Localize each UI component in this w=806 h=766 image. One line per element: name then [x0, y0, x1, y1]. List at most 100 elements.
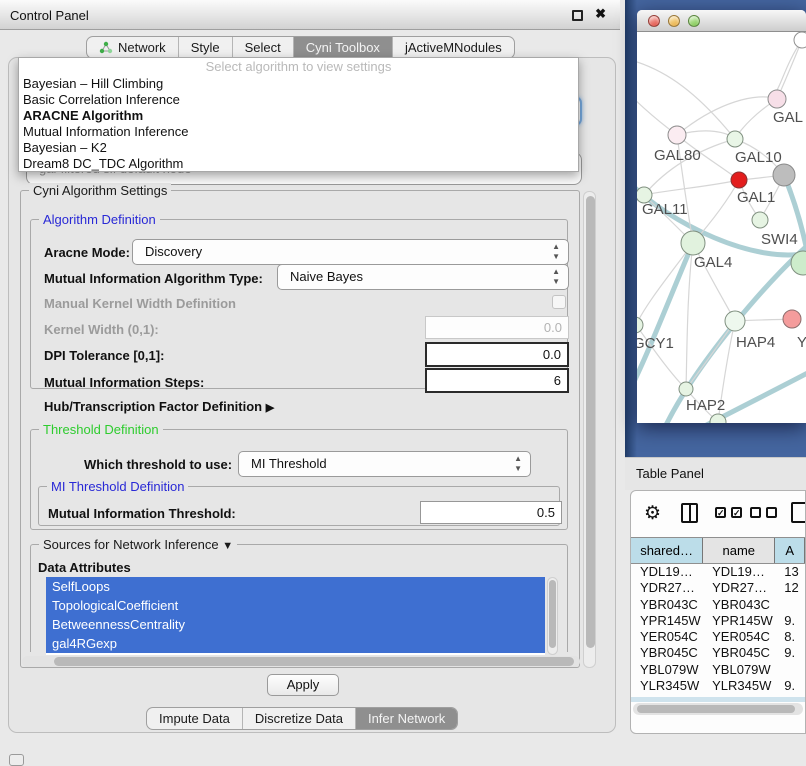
attribute-item[interactable]: gal4RGexp: [46, 634, 545, 653]
settings-horizontal-scrollbar[interactable]: [22, 656, 580, 667]
node-label: GAL1: [737, 189, 775, 206]
gear-icon[interactable]: ⚙: [644, 502, 661, 525]
combo-arrows-icon: ▲▼: [552, 267, 560, 287]
network-window-titlebar[interactable]: [637, 10, 806, 32]
data-attributes-label: Data Attributes: [38, 560, 131, 575]
close-traffic-light[interactable]: [648, 15, 660, 27]
node-HAP4[interactable]: [725, 311, 745, 331]
table-cell: 9.: [775, 678, 805, 694]
tab-label: Discretize Data: [255, 711, 343, 726]
combo-arrows-icon: ▲▼: [514, 454, 522, 474]
tab-label: Impute Data: [159, 711, 230, 726]
tab-style[interactable]: Style: [178, 37, 232, 58]
node-SWI4[interactable]: [752, 212, 768, 228]
column-header[interactable]: shared…: [631, 538, 703, 563]
node-GAL10[interactable]: [727, 131, 743, 147]
algorithm-option[interactable]: Bayesian – K2: [19, 140, 578, 156]
column-header[interactable]: name: [703, 538, 775, 563]
node-top-white[interactable]: [794, 32, 806, 48]
which-threshold-value: MI Threshold: [251, 456, 327, 471]
node-HAP2[interactable]: [679, 382, 693, 396]
table-cell: YLR345W: [703, 678, 775, 694]
table-row[interactable]: YBR043CYBR043C: [631, 597, 805, 613]
tab-cyni-toolbox[interactable]: Cyni Toolbox: [293, 37, 392, 58]
kernel-width-field[interactable]: 0.0: [425, 316, 569, 339]
minimized-panel-icon[interactable]: [9, 754, 24, 766]
manual-kernel-checkbox[interactable]: [552, 295, 566, 309]
tab-infer-network[interactable]: Infer Network: [355, 708, 457, 729]
node-label: GAL: [773, 109, 803, 126]
float-window-icon[interactable]: [572, 10, 583, 21]
network-edge[interactable]: [777, 40, 802, 99]
unchecked-box-icon[interactable]: [766, 507, 777, 518]
attribute-item[interactable]: SelfLoops: [46, 577, 545, 596]
table-row[interactable]: YDL19…YDL19…13: [631, 564, 805, 580]
table-row[interactable]: YPR145WYPR145W9.: [631, 613, 805, 629]
settings-vertical-scrollbar[interactable]: [583, 191, 596, 668]
tab-label: Cyni Toolbox: [306, 40, 380, 55]
dpi-tolerance-field[interactable]: 0.0: [425, 342, 569, 367]
aracne-mode-combo[interactable]: Discovery ▲▼: [132, 239, 569, 265]
network-edge[interactable]: [697, 368, 806, 423]
network-window[interactable]: GALGAL80GAL10GAL1GAL11SWI4GAL4GCY1HAP4YH…: [637, 10, 806, 423]
attribute-item[interactable]: TopologicalCoefficient: [46, 596, 545, 615]
unchecked-box-icon[interactable]: [750, 507, 761, 518]
zoom-traffic-light[interactable]: [688, 15, 700, 27]
tab-label: Network: [118, 40, 166, 55]
network-edge[interactable]: [686, 321, 735, 389]
which-threshold-combo[interactable]: MI Threshold ▲▼: [238, 451, 531, 477]
node-salmon[interactable]: [783, 310, 801, 328]
columns-icon[interactable]: [681, 503, 698, 523]
tab-network[interactable]: Network: [87, 37, 178, 58]
mi-type-value: Naive Bayes: [290, 269, 363, 284]
tab-discretize-data[interactable]: Discretize Data: [242, 708, 355, 729]
algorithm-option[interactable]: Bayesian – Hill Climbing: [19, 76, 578, 92]
table-header: shared…nameA: [631, 537, 805, 564]
network-edge[interactable]: [644, 180, 739, 195]
node-label: HAP2: [686, 397, 725, 414]
node-GCY1[interactable]: [637, 317, 643, 333]
mi-steps-field[interactable]: 6: [425, 368, 569, 393]
checked-box-icon[interactable]: ✓: [731, 507, 742, 518]
table-row[interactable]: YBR045CYBR045C9.: [631, 645, 805, 661]
minimize-traffic-light[interactable]: [668, 15, 680, 27]
selected-row-strip: [631, 697, 805, 702]
table-cell: YDR27…: [703, 580, 775, 596]
tab-impute-data[interactable]: Impute Data: [147, 708, 242, 729]
column-header[interactable]: A: [775, 538, 805, 563]
hub-definition-expander[interactable]: Hub/Transcription Factor Definition ▶: [44, 399, 274, 414]
node-GAL80[interactable]: [668, 126, 686, 144]
close-icon[interactable]: ✖: [595, 6, 606, 22]
table-toolbar: ⚙ ✓ ✓: [631, 491, 805, 537]
table-horizontal-scrollbar[interactable]: [633, 703, 803, 715]
table-row[interactable]: YDR27…YDR27…12: [631, 580, 805, 596]
attribute-item[interactable]: BetweennessCentrality: [46, 615, 545, 634]
mi-type-combo[interactable]: Naive Bayes ▲▼: [277, 264, 569, 290]
algorithm-option[interactable]: ARACNE Algorithm: [19, 108, 578, 124]
sources-group-title[interactable]: Sources for Network Inference ▼: [39, 537, 237, 552]
table-row[interactable]: YLR345WYLR345W9.: [631, 678, 805, 694]
document-icon[interactable]: [791, 502, 806, 523]
network-edge[interactable]: [686, 243, 693, 389]
algorithm-option[interactable]: Mutual Information Inference: [19, 124, 578, 140]
node-GAL1[interactable]: [731, 172, 747, 188]
attributes-list-scrollbar[interactable]: [547, 577, 558, 655]
table-cell: 13: [775, 564, 805, 580]
node-GAL4[interactable]: [681, 231, 705, 255]
mi-threshold-field[interactable]: 0.5: [420, 501, 562, 524]
table-row[interactable]: YBL079WYBL079W: [631, 662, 805, 678]
table-cell: YLR345W: [631, 678, 703, 694]
node-pink-top[interactable]: [768, 90, 786, 108]
sources-group-label: Sources for Network Inference: [43, 537, 219, 552]
apply-button[interactable]: Apply: [267, 674, 339, 696]
node-gray[interactable]: [773, 164, 795, 186]
network-canvas[interactable]: GALGAL80GAL10GAL1GAL11SWI4GAL4GCY1HAP4YH…: [637, 32, 806, 423]
algorithm-option[interactable]: Basic Correlation Inference: [19, 92, 578, 108]
algorithm-dropdown-placeholder: Select algorithm to view settings: [19, 58, 578, 76]
checked-box-icon[interactable]: ✓: [715, 507, 726, 518]
tab-select[interactable]: Select: [232, 37, 293, 58]
table-row[interactable]: YER054CYER054C8.: [631, 629, 805, 645]
algorithm-option[interactable]: Dream8 DC_TDC Algorithm: [19, 156, 578, 172]
network-edge[interactable]: [637, 243, 693, 392]
tab-jactivemnodules[interactable]: jActiveMNodules: [392, 37, 514, 58]
